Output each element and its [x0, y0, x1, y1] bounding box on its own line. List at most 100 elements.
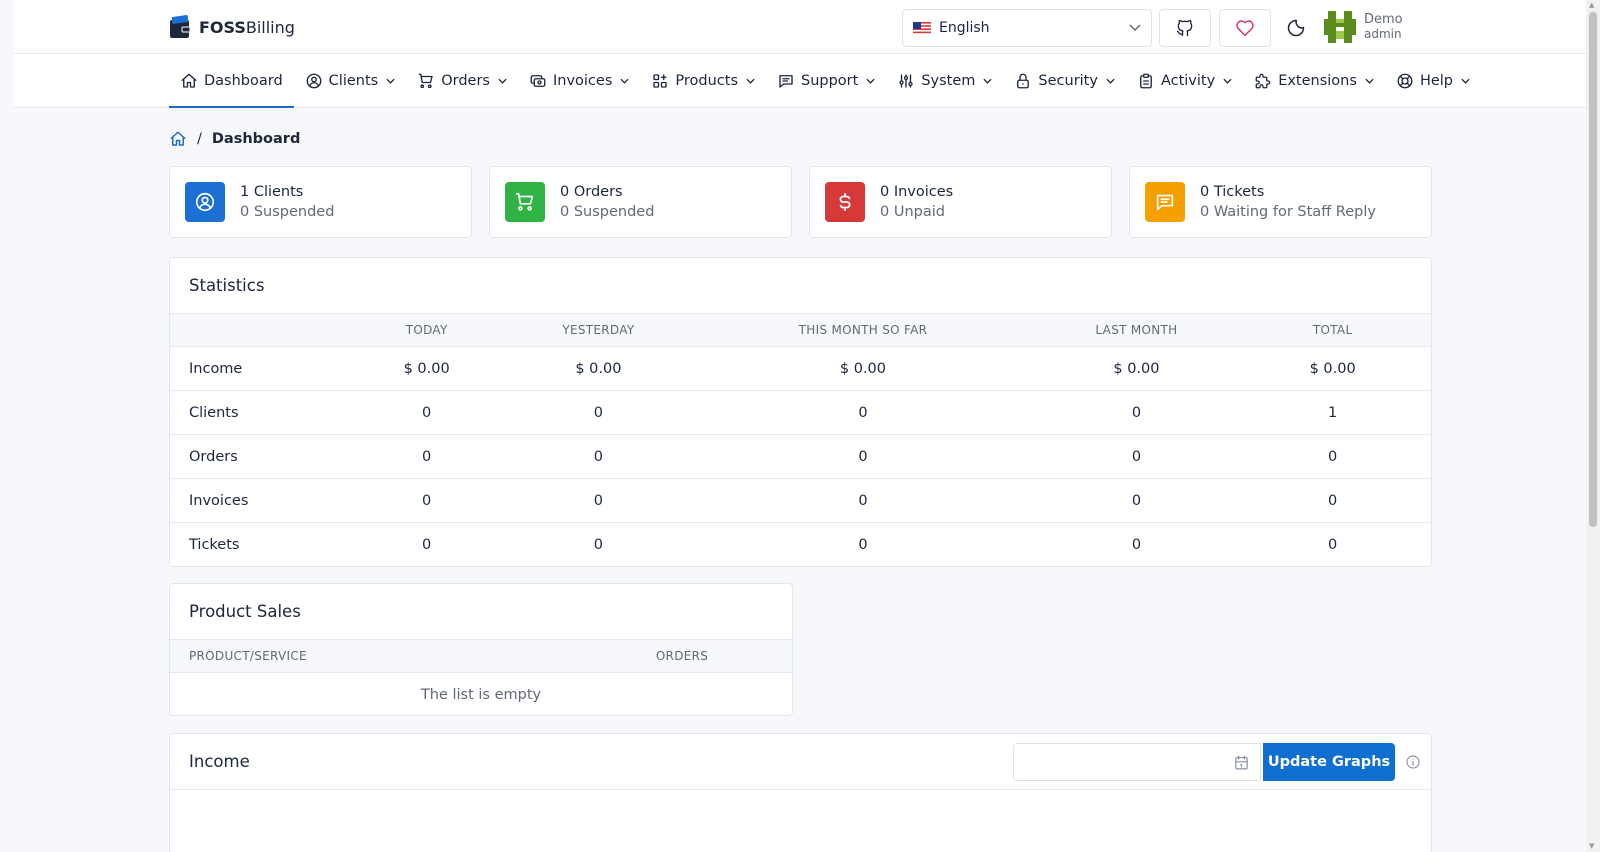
cart-icon [515, 192, 534, 211]
nav-label: Invoices [552, 73, 613, 89]
top-header: FOSSBilling English Demo admin [14, 0, 1586, 54]
scrollbar-thumb[interactable] [1589, 12, 1597, 527]
table-cell: 1 [1234, 390, 1431, 435]
table-cell: 0 [509, 390, 688, 435]
nav-item-dashboard[interactable]: Dashboard [169, 54, 294, 108]
nav-item-invoices[interactable]: Invoices [518, 54, 640, 108]
date-range-input[interactable] [1013, 743, 1261, 781]
user-menu[interactable]: Demo admin [1324, 11, 1403, 43]
table-cell: 0 [1328, 536, 1338, 553]
puzzle-icon [1255, 73, 1271, 89]
nav-item-help[interactable]: Help [1385, 54, 1481, 108]
col-product-service: PRODUCT/SERVICE [170, 639, 572, 673]
stat-secondary: 0 Waiting for Staff Reply [1200, 204, 1376, 220]
heart-icon [1236, 20, 1254, 37]
stat-card[interactable]: 0 Invoices 0 Unpaid [809, 166, 1112, 238]
nav-label: Clients [328, 73, 379, 89]
home-icon [181, 73, 197, 88]
breadcrumb-current: Dashboard [211, 131, 301, 147]
stat-card[interactable]: 1 Clients 0 Suspended [169, 166, 472, 238]
table-cell: 0 [422, 536, 432, 553]
dollar-icon [839, 192, 851, 212]
col-orders: ORDERS [572, 639, 792, 673]
stat-icon-box [505, 182, 545, 222]
statistics-col-header: THIS MONTH SO FAR [687, 313, 1039, 347]
chevron-down-icon [1106, 78, 1115, 84]
breadcrumb: / Dashboard [169, 130, 300, 148]
stat-card[interactable]: 0 Tickets 0 Waiting for Staff Reply [1129, 166, 1432, 238]
nav-item-extensions[interactable]: Extensions [1243, 54, 1385, 108]
chevron-down-icon [1223, 78, 1232, 84]
nav-label: Dashboard [204, 73, 283, 89]
stat-primary: 0 Invoices [880, 184, 954, 200]
chevron-down-icon [1461, 78, 1470, 84]
theme-toggle-button[interactable] [1284, 16, 1308, 40]
chevron-down-icon [1365, 78, 1374, 84]
nav-items: Dashboard Clients Orders Invoices Products Su… [169, 54, 1481, 108]
nav-item-activity[interactable]: Activity [1126, 54, 1243, 108]
stat-secondary: 0 Suspended [560, 204, 655, 220]
empty-list-text: The list is empty [420, 686, 542, 703]
language-select[interactable]: English [902, 9, 1152, 47]
stat-text: 0 Invoices 0 Unpaid [880, 182, 953, 222]
sponsor-button[interactable] [1219, 9, 1271, 47]
wallet-logo-icon [170, 15, 191, 38]
stat-icon-box [825, 182, 865, 222]
table-cell: 0 [1234, 434, 1431, 479]
nav-item-security[interactable]: Security [1003, 54, 1126, 108]
nav-item-system[interactable]: System [886, 54, 1003, 108]
statistics-col-header [170, 313, 344, 347]
table-cell: 0 [687, 390, 1039, 435]
row-label: Invoices [170, 478, 344, 523]
update-graphs-button[interactable]: Update Graphs [1263, 743, 1395, 781]
row-label: Orders [170, 434, 344, 479]
nav-item-clients[interactable]: Clients [294, 54, 407, 108]
calendar-icon[interactable] [1233, 754, 1250, 771]
table-cell: 0 [509, 478, 688, 523]
statistics-col-header: TOTAL [1234, 313, 1431, 347]
table-cell: 0 [1234, 478, 1431, 523]
table-cell: 0 [1131, 536, 1142, 553]
lifebuoy-icon [1397, 73, 1413, 89]
stat-text: 0 Orders 0 Suspended [560, 182, 654, 222]
nav-label: Support [801, 73, 859, 89]
table-cell: $ 0.00 [1234, 346, 1431, 391]
scroll-down-arrow[interactable]: ▼ [1589, 842, 1594, 850]
nav-item-orders[interactable]: Orders [406, 54, 518, 108]
brand-logo[interactable]: FOSSBilling [169, 15, 295, 39]
table-cell: 0 [687, 434, 1039, 479]
table-cell: 0 [343, 434, 510, 479]
clipboard-icon [1140, 73, 1152, 89]
stat-card[interactable]: 0 Orders 0 Suspended [489, 166, 792, 238]
info-icon[interactable] [1405, 754, 1421, 770]
avatar [1324, 11, 1356, 43]
table-cell: 0 [593, 536, 604, 553]
nav-label: Activity [1160, 73, 1216, 89]
apps-icon [653, 74, 668, 88]
scroll-up-arrow[interactable]: ▲ [1589, 1, 1594, 9]
nav-label: Help [1419, 73, 1453, 89]
table-cell: 0 [1038, 434, 1235, 479]
main-nav: Dashboard Clients Orders Invoices Products Su… [14, 54, 1586, 108]
product-sales-title: Product Sales [189, 602, 301, 621]
table-cell: $ 0.00 [343, 346, 510, 391]
income-divider [170, 789, 1431, 790]
stat-secondary: 0 Unpaid [880, 204, 945, 220]
stat-icon-box [185, 182, 225, 222]
nav-label: Security [1038, 73, 1098, 89]
statistics-col-header: YESTERDAY [509, 313, 688, 347]
nav-item-products[interactable]: Products [640, 54, 766, 108]
table-row: Invoices 0 0 0 0 0 [170, 478, 1431, 523]
row-label: Income [170, 346, 344, 391]
stat-primary: 1 Clients [240, 184, 304, 200]
row-label: Clients [170, 390, 344, 435]
home-icon[interactable] [169, 130, 187, 148]
statistics-col-header: LAST MONTH [1038, 313, 1235, 347]
github-button[interactable] [1159, 9, 1211, 47]
user-role: admin [1364, 27, 1402, 41]
brand-name: FOSSBilling [199, 17, 295, 37]
table-row: Clients 0 0 0 0 1 [170, 390, 1431, 435]
user-names: Demo admin [1364, 12, 1403, 42]
nav-item-support[interactable]: Support [766, 54, 886, 108]
stat-primary: 0 Orders [560, 184, 623, 200]
